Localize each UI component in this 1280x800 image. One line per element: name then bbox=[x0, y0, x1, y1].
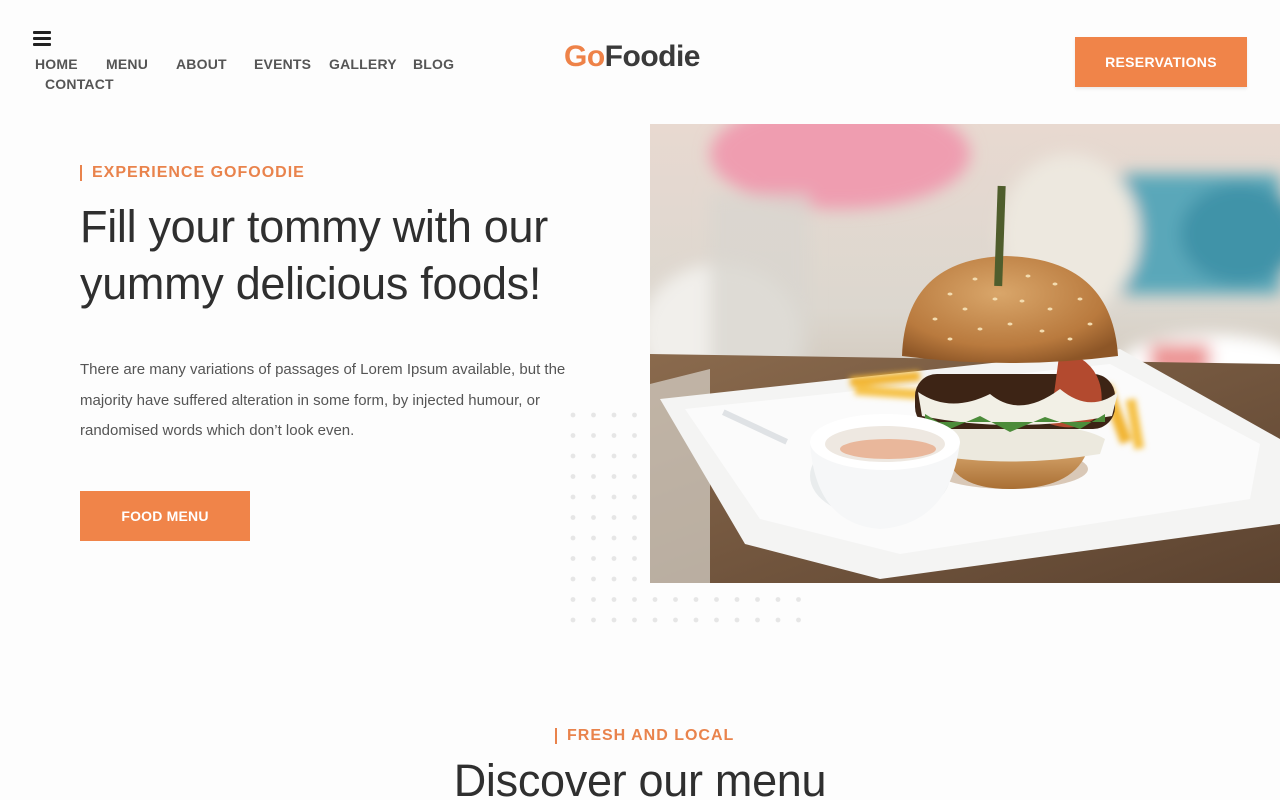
burger-illustration bbox=[650, 124, 1280, 583]
nav-about[interactable]: ABOUT bbox=[176, 56, 227, 72]
nav-blog[interactable]: BLOG bbox=[413, 56, 454, 72]
hero-title: Fill your tommy with our yummy delicious… bbox=[80, 201, 548, 309]
logo-part-go: Go bbox=[564, 40, 605, 73]
nav-gallery[interactable]: GALLERY bbox=[329, 56, 397, 72]
hamburger-menu-icon[interactable] bbox=[33, 31, 51, 47]
food-menu-button[interactable]: FOOD MENU bbox=[80, 491, 250, 541]
hero-eyebrow-text: EXPERIENCE GOFOODIE bbox=[92, 164, 305, 181]
site-logo[interactable]: GoFoodie bbox=[564, 40, 701, 74]
hero-eyebrow: EXPERIENCE GOFOODIE bbox=[80, 164, 305, 182]
menu-section-eyebrow-text: FRESH AND LOCAL bbox=[567, 727, 735, 744]
logo-part-foodie: Foodie bbox=[604, 40, 701, 73]
page: HOME MENU ABOUT EVENTS GALLERY BLOG CONT… bbox=[0, 0, 1280, 800]
nav-contact[interactable]: CONTACT bbox=[45, 76, 114, 92]
hero-description: There are many variations of passages of… bbox=[80, 361, 566, 439]
nav-home[interactable]: HOME bbox=[35, 56, 78, 72]
nav-menu[interactable]: MENU bbox=[106, 56, 148, 72]
nav-events[interactable]: EVENTS bbox=[254, 56, 311, 72]
eyebrow-bar bbox=[80, 165, 82, 181]
menu-section-eyebrow: FRESH AND LOCAL bbox=[555, 727, 734, 745]
menu-section-title: Discover our menu bbox=[453, 755, 827, 800]
eyebrow-bar bbox=[555, 728, 557, 744]
burger-on-plate-photo bbox=[650, 124, 1280, 583]
reservations-button[interactable]: RESERVATIONS bbox=[1075, 37, 1247, 87]
